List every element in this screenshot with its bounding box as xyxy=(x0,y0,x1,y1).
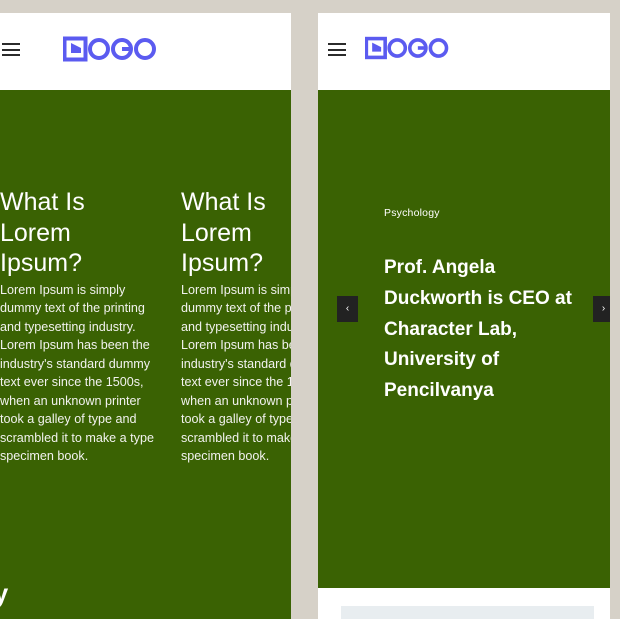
carousel-hero: Psychology Prof. Angela Duckworth is CEO… xyxy=(318,90,610,588)
hamburger-bar-1 xyxy=(2,43,20,45)
content-columns: What Is Lorem Ipsum? Lorem Ipsum is simp… xyxy=(0,187,291,466)
clipped-overflow-text: ogy xyxy=(0,578,9,608)
left-panel-hero: What Is Lorem Ipsum? Lorem Ipsum is simp… xyxy=(0,90,291,619)
hamburger-bar-3 xyxy=(328,54,346,56)
column-body: Lorem Ipsum is simply dummy text of the … xyxy=(181,282,291,464)
left-panel-topbar xyxy=(0,13,291,90)
left-browser-panel: What Is Lorem Ipsum? Lorem Ipsum is simp… xyxy=(0,13,291,619)
hamburger-bar-2 xyxy=(328,48,346,51)
logo-mark-icon xyxy=(365,36,449,60)
site-logo[interactable] xyxy=(63,36,159,62)
placeholder-card xyxy=(341,606,594,619)
below-carousel-section xyxy=(318,588,610,619)
carousel-next-button[interactable]: › xyxy=(593,296,610,322)
carousel-prev-button[interactable]: ‹ xyxy=(337,296,358,322)
slide-category-label: Psychology xyxy=(384,207,440,219)
site-logo[interactable] xyxy=(365,36,451,60)
content-column: What Is Lorem Ipsum? Lorem Ipsum is simp… xyxy=(0,187,155,466)
column-heading: What Is Lorem Ipsum? xyxy=(181,188,266,277)
hamburger-menu-icon[interactable] xyxy=(328,43,346,56)
column-heading: What Is Lorem Ipsum? xyxy=(0,188,85,277)
right-panel-topbar xyxy=(318,13,610,90)
hamburger-bar-3 xyxy=(2,54,20,56)
logo-mark-icon xyxy=(63,36,156,62)
content-column: What Is Lorem Ipsum? Lorem Ipsum is simp… xyxy=(181,187,291,466)
slide-title: Prof. Angela Duckworth is CEO at Charact… xyxy=(384,257,572,402)
hamburger-menu-icon[interactable] xyxy=(2,43,20,56)
hamburger-bar-2 xyxy=(2,48,20,51)
right-browser-panel: Psychology Prof. Angela Duckworth is CEO… xyxy=(318,13,610,619)
column-body: Lorem Ipsum is simply dummy text of the … xyxy=(0,282,154,464)
hamburger-bar-1 xyxy=(328,43,346,45)
